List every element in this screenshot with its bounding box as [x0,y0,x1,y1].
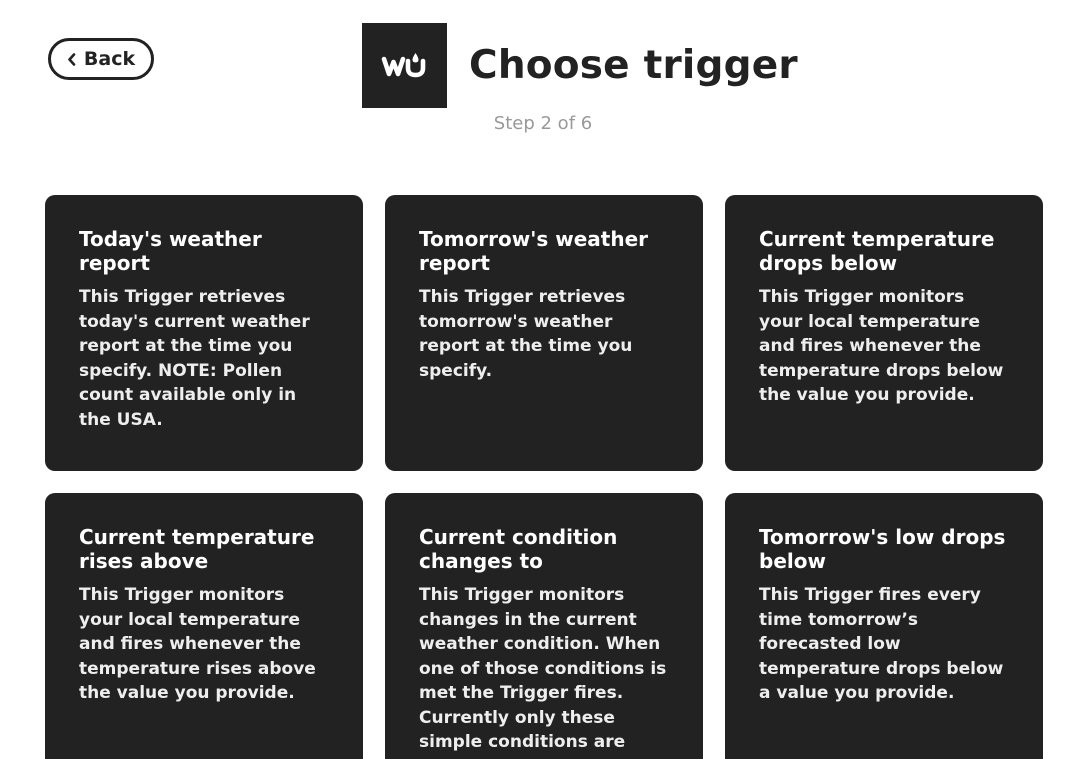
step-indicator: Step 2 of 6 [493,113,593,134]
trigger-card-todays-weather-report[interactable]: Today's weather report This Trigger retr… [45,195,363,471]
page-header: Choose trigger [362,23,798,108]
trigger-grid: Today's weather report This Trigger retr… [45,195,1043,759]
back-label: Back [83,48,136,70]
chevron-left-icon [67,52,76,66]
back-button[interactable]: Back [48,38,154,80]
trigger-description: This Trigger retrieves tomorrow's weathe… [419,287,633,381]
trigger-description: This Trigger retrieves today's current w… [79,287,310,430]
trigger-title: Current temperature rises above [79,525,315,573]
trigger-description: This Trigger monitors your local tempera… [759,287,1004,405]
trigger-card-condition-changes-to[interactable]: Current condition changes to This Trigge… [385,493,703,759]
page-title: Choose trigger [469,43,798,88]
trigger-description: This Trigger monitors your local tempera… [79,585,316,703]
trigger-card-temperature-drops-below[interactable]: Current temperature drops below This Tri… [725,195,1043,471]
trigger-card-temperature-rises-above[interactable]: Current temperature rises above This Tri… [45,493,363,759]
weather-underground-logo [362,23,447,108]
trigger-title: Today's weather report [79,227,262,275]
trigger-description: This Trigger monitors changes in the cur… [419,585,667,759]
trigger-title: Current condition changes to [419,525,618,573]
trigger-description: This Trigger fires every time tomorrow’s… [759,585,1004,703]
trigger-card-tomorrows-low-drops-below[interactable]: Tomorrow's low drops below This Trigger … [725,493,1043,759]
trigger-title: Current temperature drops below [759,227,995,275]
trigger-card-tomorrows-weather-report[interactable]: Tomorrow's weather report This Trigger r… [385,195,703,471]
trigger-title: Tomorrow's low drops below [759,525,1006,573]
trigger-title: Tomorrow's weather report [419,227,649,275]
page: Back Choose trigger Step 2 of 6 Today's … [0,0,1080,759]
